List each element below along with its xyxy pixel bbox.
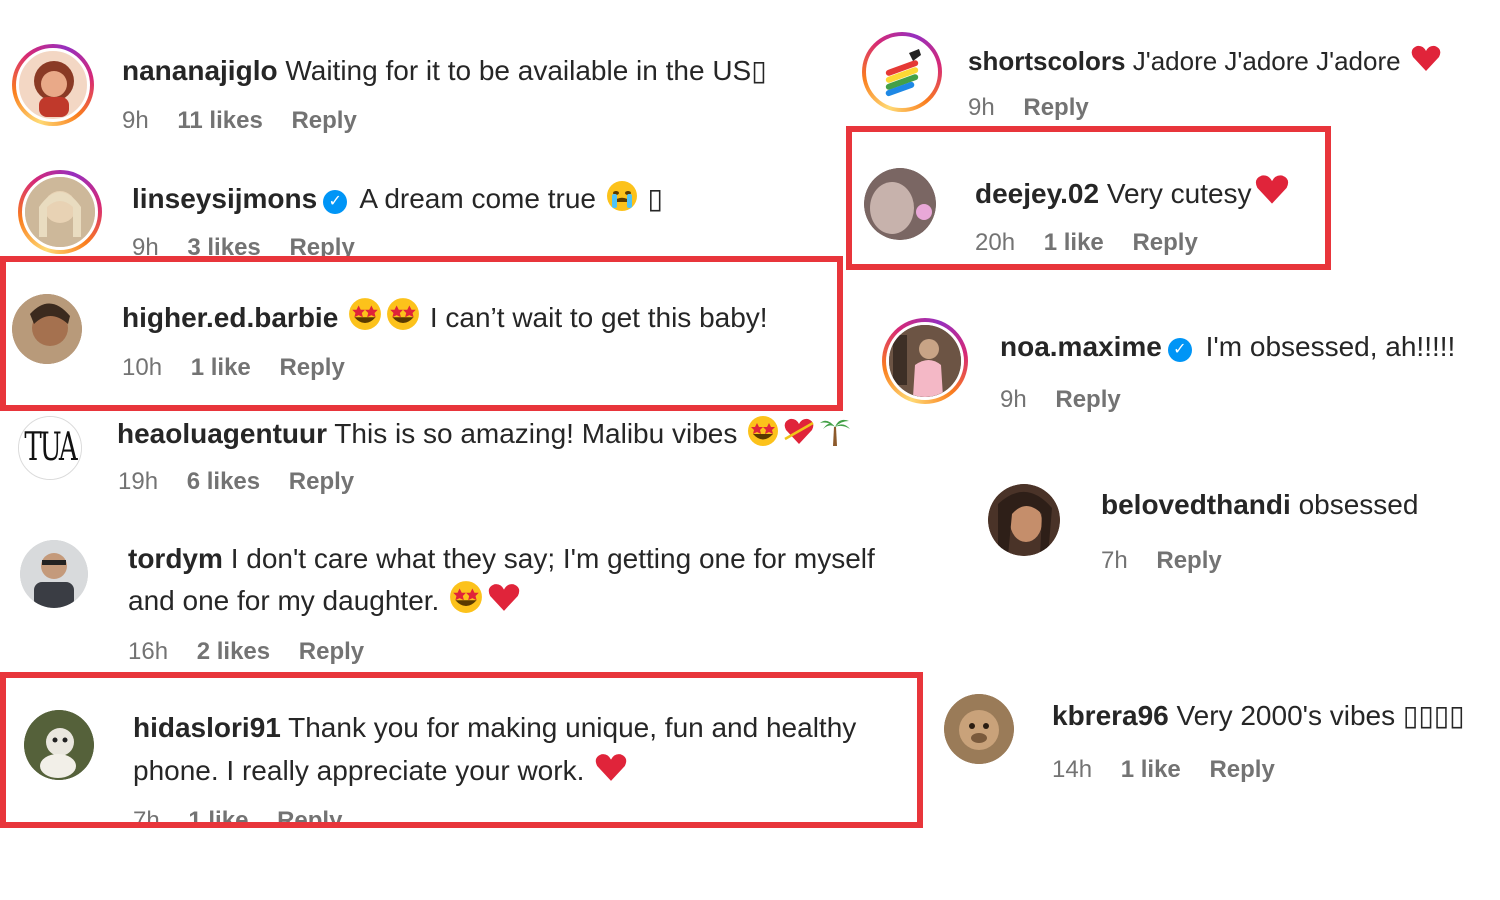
avatar-photo [988,484,1060,556]
heart-arrow-emoji-icon [784,418,814,444]
like-count[interactable]: 2 likes [197,638,270,665]
palm-tree-emoji-icon [820,419,851,446]
timestamp: 7h [1101,547,1128,574]
brand-logo: TUA [24,425,77,471]
comment-body-clipped: linseysijmons ✓ A dream come true ▯ 9h 3 … [130,176,830,256]
star-struck-emoji-icon [748,416,779,446]
comment-text: J'adore J'adore J'adore [1132,46,1401,76]
like-count[interactable]: 1 like [1121,756,1181,783]
heart-emoji-icon [1411,45,1441,71]
like-count[interactable]: 3 likes [187,234,260,256]
comment-text: A dream come true [359,183,596,214]
verified-badge-icon: ✓ [1167,338,1192,362]
highlight-box [846,126,1331,270]
avatar-photo [944,694,1014,764]
avatar[interactable] [862,32,942,112]
username[interactable]: noa.maxime [1000,331,1162,362]
avatar[interactable]: TUA [18,416,82,480]
verified-badge-icon: ✓ [323,190,348,214]
username[interactable]: tordym [128,543,223,574]
avatar-photo [25,177,95,247]
avatar-photo [20,540,88,608]
timestamp: 14h [1052,756,1093,783]
avatar-illustration [34,61,74,117]
comment-text: I'm obsessed, ah!!!!! [1205,331,1456,362]
reply-button[interactable]: Reply [291,107,356,134]
avatar[interactable] [882,318,968,404]
comment-text: Waiting for it to be available in the US… [285,55,767,86]
timestamp: 16h [128,638,169,665]
like-count[interactable]: 6 likes [187,468,260,495]
brush-logo-icon [885,49,921,97]
avatar[interactable] [20,540,88,608]
avatar[interactable] [988,484,1060,556]
username[interactable]: belovedthandi [1101,489,1291,520]
reply-button[interactable]: Reply [1023,94,1088,121]
username[interactable]: nananajiglo [122,55,278,86]
missing-glyph: ▯ [647,183,663,214]
crying-face-emoji-icon [606,181,637,211]
comment-text: This is so amazing! Malibu vibes [334,418,738,449]
reply-button[interactable]: Reply [1209,756,1274,783]
username[interactable]: kbrera96 [1052,700,1169,731]
like-count[interactable]: 11 likes [177,107,262,134]
username[interactable]: heaoluagentuur [117,418,327,449]
reply-button[interactable]: Reply [1055,386,1120,413]
timestamp: 9h [968,94,995,121]
timestamp: 9h [122,107,149,134]
comment-line-clipped: kbrera96 Very 2000's vibes ▯▯▯▯ [1050,696,1500,736]
avatar-photo [889,325,961,397]
timestamp: 19h [118,468,159,495]
highlight-box [0,256,843,411]
highlight-box [0,672,923,828]
comment-text: obsessed [1298,489,1419,520]
avatar[interactable] [12,44,94,126]
reply-button[interactable]: Reply [289,468,354,495]
reply-button[interactable]: Reply [289,234,354,256]
comment-text-line2: and one for my daughter. [128,585,440,616]
timestamp: 9h [132,234,159,256]
username[interactable]: linseysijmons [132,183,317,214]
timestamp: 9h [1000,386,1027,413]
avatar[interactable] [18,170,102,254]
avatar[interactable] [944,694,1014,764]
reply-button[interactable]: Reply [1156,547,1221,574]
username[interactable]: shortscolors [968,46,1126,76]
comment-text: I don't care what they say; I'm getting … [230,543,875,574]
comment-text: Very 2000's vibes ▯▯▯▯ [1176,700,1465,731]
star-struck-emoji-icon [450,581,483,613]
heart-emoji-icon [488,584,520,611]
reply-button[interactable]: Reply [299,638,364,665]
